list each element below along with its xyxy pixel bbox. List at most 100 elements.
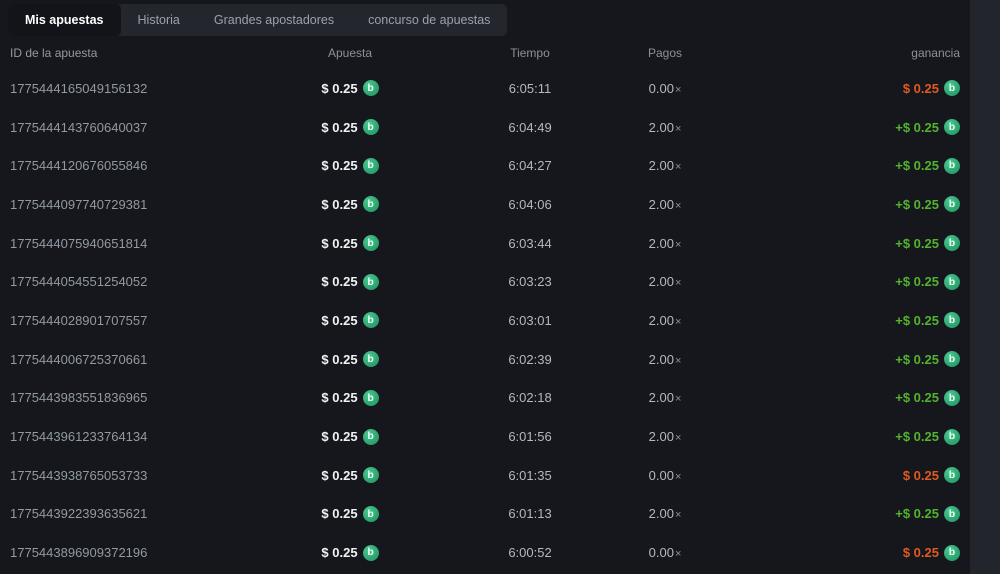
bet-amount: $ 0.25 [321, 429, 358, 445]
bcd-coin-icon: b [362, 505, 379, 522]
bet-row[interactable]: 1775444097740729381 $ 0.25 b 6:04:06 2.0… [0, 185, 970, 224]
bcd-coin-icon: b [944, 389, 960, 406]
bet-amount: $ 0.25 [321, 351, 358, 367]
bcd-coin-icon: b [362, 312, 379, 329]
bets-tabbar: Mis apuestas Historia Grandes apostadores c… [8, 4, 508, 36]
bet-id: 1775444028901707557 [10, 312, 148, 328]
bet-amount: $ 0.25 [321, 545, 358, 561]
bet-profit-cell: +$ 0.25 b [720, 273, 960, 290]
bet-row[interactable]: 1775444054551254052 $ 0.25 b 6:03:23 2.0… [0, 262, 970, 301]
bet-profit-cell: +$ 0.25 b [720, 235, 960, 252]
bet-row[interactable]: 1775444143760640037 $ 0.25 b 6:04:49 2.0… [0, 108, 970, 147]
multiplier-symbol: × [674, 122, 682, 135]
bet-row[interactable]: 1775443938765053733 $ 0.25 b 6:01:35 0.0… [0, 456, 970, 495]
bcd-coin-icon: b [362, 80, 379, 97]
column-header-bet: Apuesta [327, 45, 373, 60]
bet-id: 1775443896909372196 [10, 545, 148, 561]
profit-amount: +$ 0.25 [895, 274, 939, 290]
tab-concurso-de-apuestas[interactable]: concurso de apuestas [351, 4, 507, 36]
bet-profit-cell: +$ 0.25 b [720, 196, 960, 213]
bcd-coin-icon: b [944, 196, 960, 213]
bcd-coin-icon: b [944, 273, 960, 290]
bet-time: 6:03:44 [508, 235, 552, 251]
bcd-coin-icon: b [362, 467, 379, 484]
bcd-coin-icon: b [944, 505, 960, 522]
column-header-bet-id: ID de la apuesta [10, 45, 98, 60]
bet-amount: $ 0.25 [321, 119, 358, 135]
bets-table-body: 1775444165049156132 $ 0.25 b 6:05:11 0.0… [0, 69, 970, 574]
bet-amount-cell: $ 0.25 b [250, 119, 450, 136]
tabbar-wrap: Mis apuestas Historia Grandes apostadores c… [0, 0, 970, 36]
multiplier-symbol: × [674, 548, 682, 561]
bcd-coin-icon: b [362, 196, 379, 213]
bet-profit-cell: +$ 0.25 b [720, 389, 960, 406]
bet-row[interactable]: 1775443961233764134 $ 0.25 b 6:01:56 2.0… [0, 417, 970, 456]
bcd-coin-icon: b [944, 544, 960, 561]
column-header-profit: ganancia [911, 45, 960, 60]
bet-profit-cell: $ 0.25 b [720, 80, 960, 97]
bet-row[interactable]: 1775444075940651814 $ 0.25 b 6:03:44 2.0… [0, 224, 970, 263]
bet-time: 6:03:23 [508, 274, 552, 290]
bet-row[interactable]: 1775443896909372196 $ 0.25 b 6:00:52 0.0… [0, 533, 970, 572]
multiplier-symbol: × [674, 161, 682, 174]
bcd-coin-icon: b [362, 544, 379, 561]
bet-payout-cell: 2.00× [610, 120, 720, 135]
bet-amount-cell: $ 0.25 b [250, 467, 450, 484]
bet-amount-cell: $ 0.25 b [250, 312, 450, 329]
multiplier-symbol: × [674, 83, 682, 96]
bcd-coin-icon: b [944, 235, 960, 252]
bet-payout-cell: 2.00× [610, 352, 720, 367]
payout-multiplier: 2.00 [648, 390, 674, 406]
payout-multiplier: 0.00 [648, 467, 674, 483]
profit-amount: +$ 0.25 [895, 429, 939, 445]
bet-amount-cell: $ 0.25 b [250, 157, 450, 174]
bet-time: 6:01:56 [508, 429, 552, 445]
bet-payout-cell: 2.00× [610, 429, 720, 444]
bet-row[interactable]: 1775443983551836965 $ 0.25 b 6:02:18 2.0… [0, 379, 970, 418]
payout-multiplier: 2.00 [648, 235, 674, 251]
bet-id: 1775444054551254052 [10, 274, 148, 290]
bet-amount: $ 0.25 [321, 274, 358, 290]
bet-id: 1775444165049156132 [10, 80, 148, 96]
bet-row[interactable]: 1775444028901707557 $ 0.25 b 6:03:01 2.0… [0, 301, 970, 340]
profit-amount: +$ 0.25 [895, 196, 939, 212]
bet-profit-cell: +$ 0.25 b [720, 157, 960, 174]
bet-id: 1775443922393635621 [10, 506, 148, 522]
bet-time: 6:00:52 [508, 545, 552, 561]
payout-multiplier: 2.00 [648, 312, 674, 328]
bet-amount-cell: $ 0.25 b [250, 544, 450, 561]
profit-amount: +$ 0.25 [895, 351, 939, 367]
bet-payout-cell: 0.00× [610, 81, 720, 96]
bet-id: 1775443961233764134 [10, 429, 148, 445]
bet-row[interactable]: 1775444165049156132 $ 0.25 b 6:05:11 0.0… [0, 69, 970, 108]
bet-row[interactable]: 1775444120676055846 $ 0.25 b 6:04:27 2.0… [0, 146, 970, 185]
bet-row[interactable]: 1775443922393635621 $ 0.25 b 6:01:13 2.0… [0, 495, 970, 534]
bet-profit-cell: +$ 0.25 b [720, 505, 960, 522]
bcd-coin-icon: b [362, 351, 379, 368]
bet-amount: $ 0.25 [321, 235, 358, 251]
bet-amount: $ 0.25 [321, 158, 358, 174]
multiplier-symbol: × [674, 315, 682, 328]
bet-profit-cell: $ 0.25 b [720, 544, 960, 561]
bet-time: 6:04:27 [508, 158, 552, 174]
payout-multiplier: 2.00 [648, 274, 674, 290]
bcd-coin-icon: b [362, 235, 379, 252]
multiplier-symbol: × [674, 354, 682, 367]
page-background-gutter [970, 0, 1000, 574]
profit-amount: +$ 0.25 [895, 312, 939, 328]
bcd-coin-icon: b [944, 312, 960, 329]
bet-id: 1775444097740729381 [10, 196, 148, 212]
bcd-coin-icon: b [944, 80, 960, 97]
bets-panel: Mis apuestas Historia Grandes apostadores c… [0, 0, 970, 574]
multiplier-symbol: × [674, 199, 682, 212]
bet-time: 6:01:35 [508, 467, 552, 483]
multiplier-symbol: × [674, 432, 682, 445]
tab-mis-apuestas[interactable]: Mis apuestas [8, 4, 121, 36]
bet-row[interactable]: 1775444006725370661 $ 0.25 b 6:02:39 2.0… [0, 340, 970, 379]
tab-grandes-apostadores[interactable]: Grandes apostadores [197, 4, 351, 36]
bet-profit-cell: $ 0.25 b [720, 467, 960, 484]
profit-amount: +$ 0.25 [895, 390, 939, 406]
bet-id: 1775444143760640037 [10, 119, 148, 135]
bcd-coin-icon: b [944, 428, 960, 445]
tab-historia[interactable]: Historia [121, 4, 197, 36]
